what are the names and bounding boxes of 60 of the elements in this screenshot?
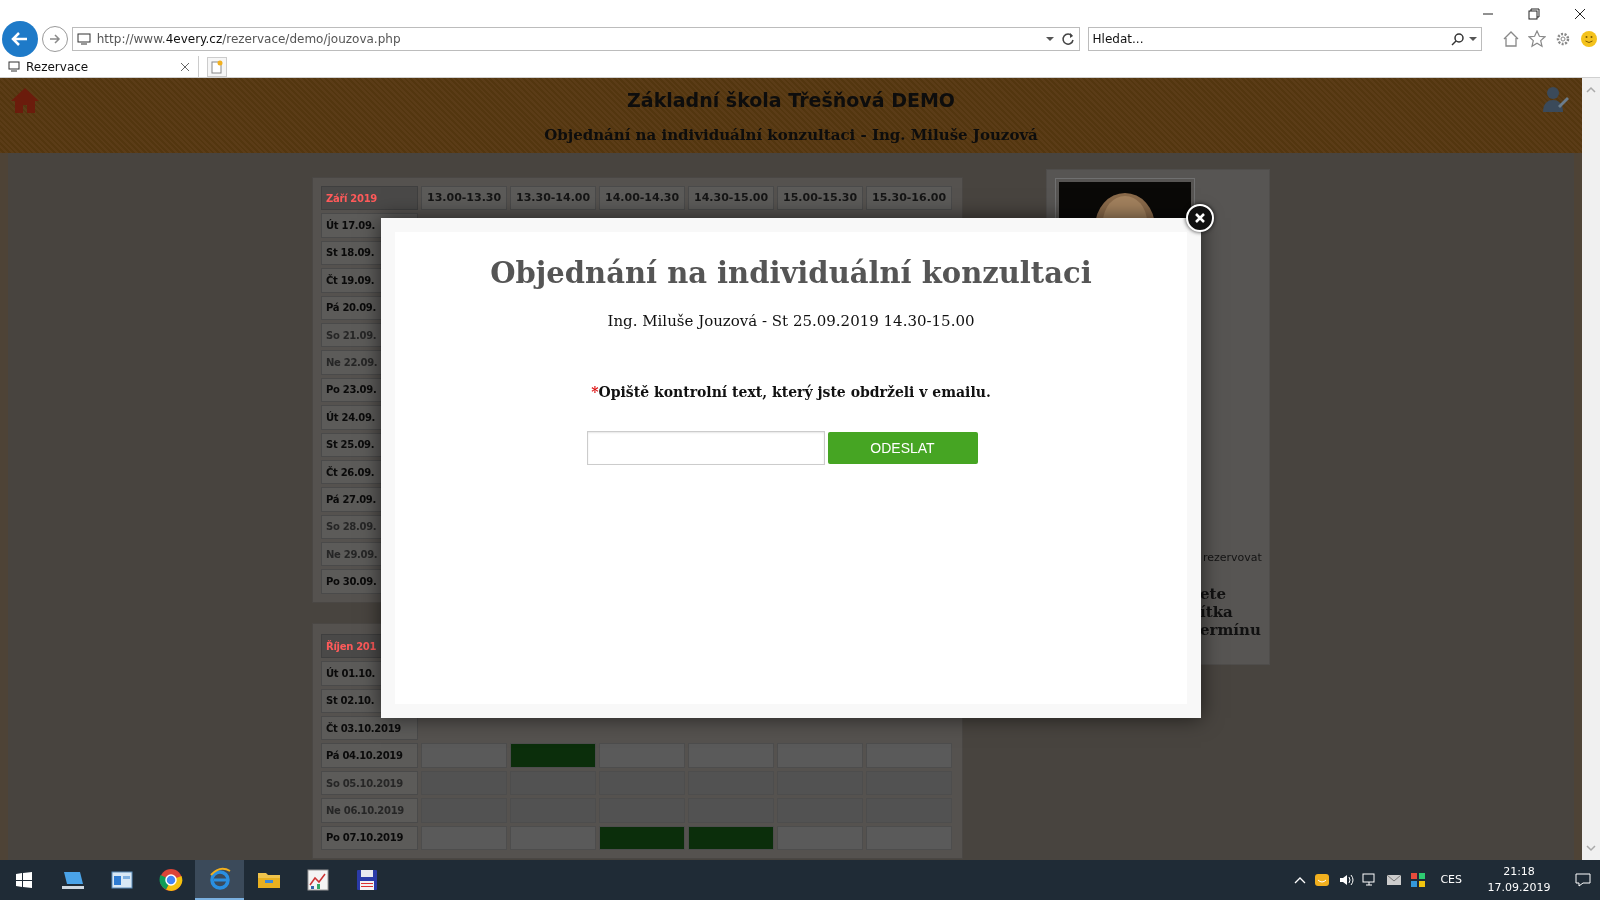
computer-icon (60, 869, 85, 891)
time-header: 14.00-14.30 (599, 186, 685, 211)
address-field[interactable]: http://www.4every.cz/rezervace/demo/jouzova.php (71, 27, 1080, 51)
dialog-subtitle: Ing. Miluše Jouzová - St 25.09.2019 14.30-15.00 (607, 310, 975, 332)
dropdown-icon[interactable] (1469, 36, 1477, 42)
booked-slot[interactable] (510, 743, 596, 768)
speaker-icon[interactable] (1338, 872, 1355, 888)
folder-icon (256, 870, 281, 890)
code-input-field[interactable] (586, 431, 825, 465)
chat-icon[interactable] (1314, 872, 1331, 888)
date-cell: Čt 03.10.2019 (321, 716, 418, 741)
scrollbar[interactable] (1582, 78, 1600, 860)
date-cell: Po 07.10.2019 (321, 825, 418, 850)
star-icon[interactable] (1528, 30, 1546, 48)
new-tab-button[interactable] (207, 57, 227, 77)
note-text: rezervovat (1203, 550, 1263, 566)
date-cell: Pá 04.10.2019 (321, 743, 418, 768)
time-header: 13.00-13.30 (421, 186, 507, 211)
search-icon[interactable] (1451, 32, 1465, 46)
booked-slot[interactable] (599, 825, 685, 850)
dialog-title: Objednání na individuální konzultaci (490, 255, 1092, 292)
page-icon (76, 33, 91, 45)
code-instruction: *Opiště kontrolní text, který jste obdrželi v emailu. (591, 383, 991, 402)
time-header: 15.30-16.00 (866, 186, 952, 211)
refresh-icon[interactable] (1060, 32, 1075, 46)
time-header: 15.00-15.30 (777, 186, 863, 211)
smiley-icon[interactable] (1580, 30, 1598, 48)
notification-icon[interactable] (1574, 871, 1592, 889)
page-subtitle: Objednání na individuální konzultaci - Ing. Miluše Jouzová (544, 124, 1038, 146)
windows-icon (16, 872, 32, 888)
search-placeholder: Hledat... (1092, 31, 1145, 48)
new-page-icon (211, 60, 223, 74)
panel-heading-text: ete (1200, 584, 1227, 603)
time-header: 13.30-14.00 (510, 186, 596, 211)
mail-icon[interactable] (1386, 874, 1403, 886)
chevron-down-icon[interactable] (1586, 844, 1596, 852)
forward-arrow-icon (47, 32, 62, 46)
chart-document-icon (306, 869, 329, 891)
panel-heading-text: ítka (1200, 602, 1234, 621)
flag-icon[interactable] (1410, 872, 1427, 888)
language-indicator[interactable]: CES (1440, 871, 1462, 889)
ball-icon (158, 868, 183, 892)
close-icon (1194, 212, 1206, 224)
window-icon (110, 870, 133, 890)
tab-title: Rezervace (26, 58, 90, 76)
time-header: 14.30-15.00 (688, 186, 774, 211)
settings-icon[interactable] (1554, 30, 1572, 48)
page-icon (8, 61, 20, 72)
school-title: Základní škola Třešňová DEMO (627, 88, 955, 113)
home-icon[interactable] (1502, 30, 1520, 48)
month-header: Září 2019 (321, 186, 418, 211)
dropdown-icon[interactable] (1044, 35, 1055, 43)
url-text: http://www.4every.cz/rezervace/demo/jouzova.php (96, 31, 402, 48)
back-button[interactable] (2, 21, 38, 57)
search-field[interactable]: Hledat... (1087, 27, 1482, 51)
user-icon[interactable] (1540, 84, 1570, 114)
clock[interactable]: 21:18 17.09.2019 (1484, 863, 1554, 897)
booked-slot[interactable] (688, 825, 774, 850)
browser-icon (207, 867, 232, 891)
panel-heading-text: ermínu (1200, 620, 1262, 639)
